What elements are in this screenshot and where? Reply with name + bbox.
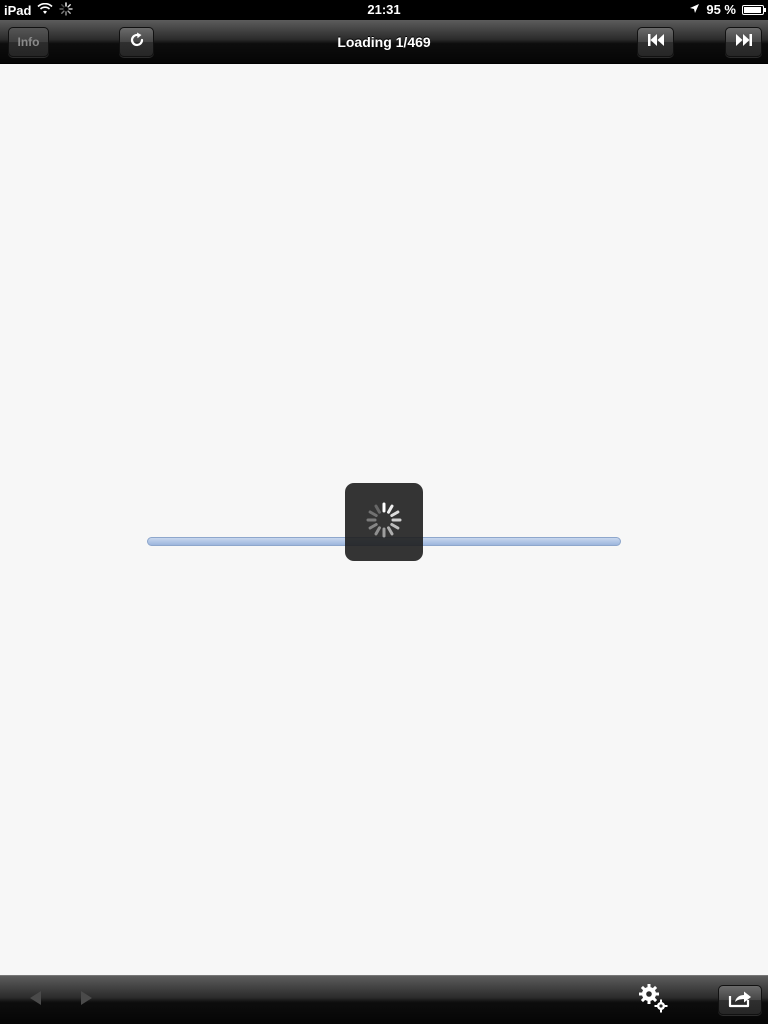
share-button[interactable] <box>718 985 762 1015</box>
battery-percent: 95 % <box>706 2 736 17</box>
back-button[interactable] <box>24 986 46 1014</box>
status-bar: iPad 21:31 95 % <box>0 0 768 20</box>
status-time: 21:31 <box>367 2 401 17</box>
settings-button[interactable] <box>637 982 669 1019</box>
forward-arrow-icon <box>79 989 95 1012</box>
skip-to-first-button[interactable] <box>637 27 674 57</box>
refresh-button[interactable] <box>119 27 154 57</box>
battery-level <box>744 6 761 13</box>
gear-icon <box>637 982 669 1019</box>
share-icon <box>727 988 753 1013</box>
battery-icon <box>742 4 766 15</box>
forward-button[interactable] <box>76 986 98 1014</box>
info-button[interactable]: Info <box>8 27 49 57</box>
skip-to-start-icon <box>647 33 665 52</box>
bottom-toolbar <box>0 975 768 1024</box>
activity-spinner-icon <box>365 501 403 544</box>
status-right: 95 % <box>689 2 766 17</box>
loading-indicator <box>345 483 423 561</box>
top-toolbar: Loading 1/469 Info <box>0 20 768 64</box>
location-icon <box>689 2 700 17</box>
back-arrow-icon <box>27 989 43 1012</box>
refresh-icon <box>128 31 146 54</box>
skip-to-end-icon <box>735 33 753 52</box>
skip-to-last-button[interactable] <box>725 27 762 57</box>
screen: iPad 21:31 95 % Loading 1/469 Info <box>0 0 768 1024</box>
